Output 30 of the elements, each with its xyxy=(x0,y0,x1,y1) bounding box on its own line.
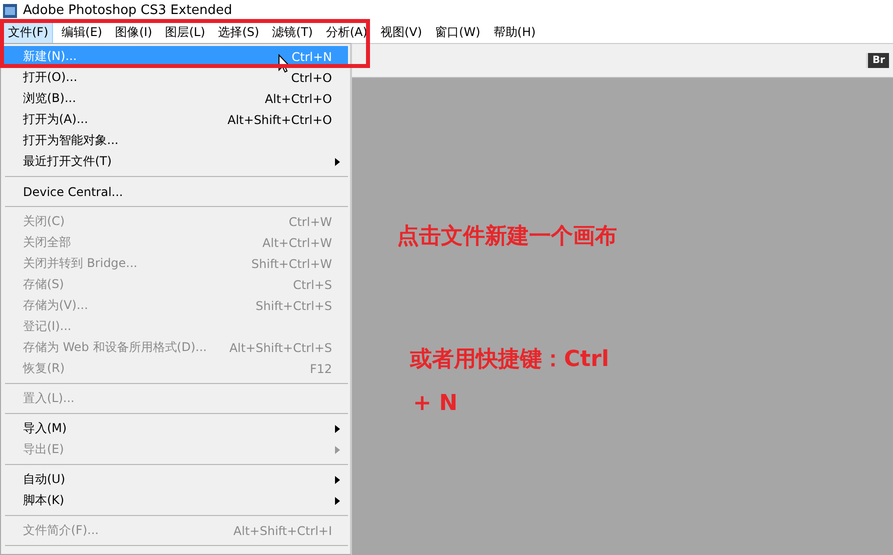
submenu-arrow-icon xyxy=(335,446,340,454)
menu-bar-item[interactable]: 帮助(H) xyxy=(488,20,541,44)
mouse-pointer-icon xyxy=(278,54,290,73)
menu-bar-item[interactable]: 分析(A) xyxy=(320,20,372,44)
submenu-arrow-icon xyxy=(335,476,340,484)
menu-item[interactable]: 脚本(K) xyxy=(3,490,348,511)
menu-item[interactable]: 导入(M) xyxy=(3,418,348,439)
window-title: Adobe Photoshop CS3 Extended xyxy=(23,3,232,18)
app-logo-icon xyxy=(3,4,17,18)
menu-bar-item[interactable]: 视图(V) xyxy=(375,20,428,44)
menu-bar-item[interactable]: 窗口(W) xyxy=(430,20,486,44)
menu-item[interactable]: 打开(O)... Ctrl+O xyxy=(3,67,348,88)
menu-bar-item[interactable]: 图像(I) xyxy=(110,20,158,44)
bridge-button[interactable]: Br xyxy=(866,53,889,68)
submenu-arrow-icon xyxy=(335,496,340,504)
annotation-text: + N xyxy=(413,391,458,416)
menu-bar-item[interactable]: 编辑(E) xyxy=(56,20,108,44)
menu-bar-item[interactable]: 选择(S) xyxy=(213,20,264,44)
menu-item[interactable]: 打开为智能对象... xyxy=(3,130,348,151)
annotation-text: 点击文件新建一个画布 xyxy=(397,223,617,251)
menu-bar-item[interactable]: 图层(L) xyxy=(160,20,210,44)
menu-item[interactable]: Device Central... xyxy=(3,181,348,202)
menu-item[interactable]: 自动(U) xyxy=(3,469,348,490)
submenu-arrow-icon xyxy=(335,158,340,166)
menu-item[interactable]: 打开为(A)... Alt+Shift+Ctrl+O xyxy=(3,109,348,130)
annotation-text: 或者用快捷键：Ctrl xyxy=(410,346,610,374)
submenu-arrow-icon xyxy=(335,424,340,432)
menu-bar-item[interactable]: 滤镜(T) xyxy=(267,20,318,44)
menu-item[interactable]: 浏览(B)... Alt+Ctrl+O xyxy=(3,88,348,109)
menu-item[interactable]: 最近打开文件(T) xyxy=(3,151,348,172)
